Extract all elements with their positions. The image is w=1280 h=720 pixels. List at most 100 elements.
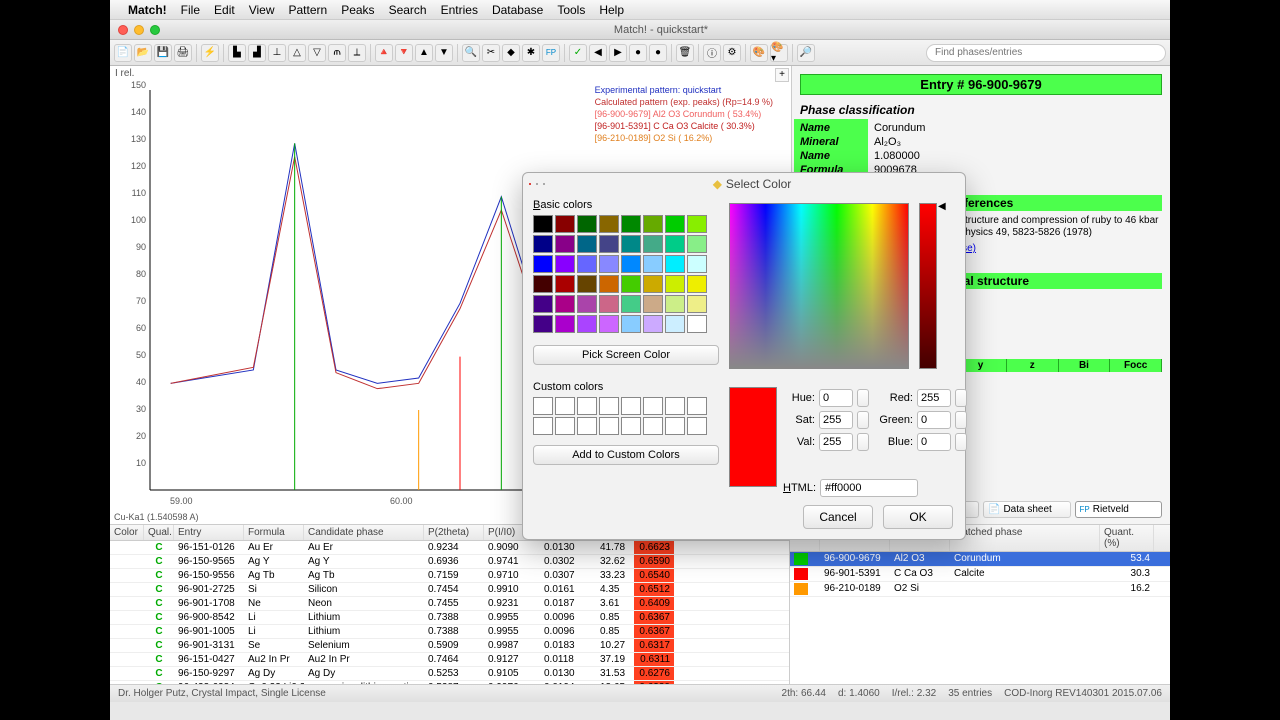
blue-spinner[interactable] — [955, 433, 967, 451]
peak3-icon[interactable]: ⊥ — [268, 44, 286, 62]
color-swatch[interactable] — [643, 255, 663, 273]
rietveld-button[interactable]: FP Rietveld — [1075, 501, 1163, 518]
peak2-icon[interactable]: ▟ — [248, 44, 266, 62]
peak7-icon[interactable]: ⟂ — [348, 44, 366, 62]
find3-icon[interactable]: ▲ — [415, 44, 433, 62]
html-input[interactable] — [820, 479, 918, 497]
gear-icon[interactable]: ⚙ — [723, 44, 741, 62]
table-row[interactable]: C96-901-1708NeNeon0.74550.92310.01873.61… — [110, 597, 789, 611]
find2-icon[interactable]: 🔻 — [395, 44, 413, 62]
blue-input[interactable] — [917, 433, 951, 451]
menu-file[interactable]: File — [181, 3, 200, 17]
menu-peaks[interactable]: Peaks — [341, 3, 374, 17]
color-swatch[interactable] — [577, 215, 597, 233]
hue-slider[interactable] — [919, 203, 937, 369]
green-input[interactable] — [917, 411, 951, 429]
color-swatch[interactable] — [599, 295, 619, 313]
table-row[interactable]: C96-151-0126Au ErAu Er0.92340.90900.0130… — [110, 541, 789, 555]
star-icon[interactable]: ✱ — [522, 44, 540, 62]
color-swatch[interactable] — [621, 255, 641, 273]
color-swatch[interactable] — [577, 235, 597, 253]
menu-edit[interactable]: Edit — [214, 3, 235, 17]
print-icon[interactable]: 🖨 — [174, 44, 192, 62]
close-icon[interactable] — [118, 25, 128, 35]
find4-icon[interactable]: ▼ — [435, 44, 453, 62]
color-swatch[interactable] — [665, 315, 685, 333]
red-input[interactable] — [917, 389, 951, 407]
table-row[interactable]: 96-900-9679Al2 O3Corundum53.4 — [790, 552, 1170, 567]
color-swatch[interactable] — [599, 235, 619, 253]
color-swatch[interactable] — [621, 215, 641, 233]
color1-icon[interactable]: 🎨 — [750, 44, 768, 62]
table-row[interactable]: C96-150-9556Ag TbAg Tb0.71590.97100.0307… — [110, 569, 789, 583]
cancel-button[interactable]: Cancel — [803, 505, 873, 529]
menu-pattern[interactable]: Pattern — [289, 3, 328, 17]
save-icon[interactable]: 💾 — [154, 44, 172, 62]
check-icon[interactable]: ✓ — [569, 44, 587, 62]
table-row[interactable]: 96-901-5391C Ca O3Calcite30.3 — [790, 567, 1170, 582]
color-swatch[interactable] — [577, 295, 597, 313]
sat-input[interactable] — [819, 411, 853, 429]
table-row[interactable]: C96-433-6234Ge0.33 Li0.33 Sb...germanium… — [110, 681, 789, 684]
color-swatch[interactable] — [643, 275, 663, 293]
color-swatch[interactable] — [643, 235, 663, 253]
search-icon[interactable]: 🔍 — [462, 44, 480, 62]
color-swatch[interactable] — [643, 215, 663, 233]
color-swatch[interactable] — [665, 275, 685, 293]
color-swatch[interactable] — [687, 255, 707, 273]
hue-spinner[interactable] — [857, 389, 869, 407]
table-row[interactable]: C96-150-9565Ag YAg Y0.69360.97410.030232… — [110, 555, 789, 569]
hue-input[interactable] — [819, 389, 853, 407]
table-row[interactable]: C96-901-1005LiLithium0.73880.99550.00960… — [110, 625, 789, 639]
peak5-icon[interactable]: ▽ — [308, 44, 326, 62]
color-swatch[interactable] — [687, 315, 707, 333]
peak1-icon[interactable]: ▙ — [228, 44, 246, 62]
color-swatch[interactable] — [555, 215, 575, 233]
color-swatch[interactable] — [555, 315, 575, 333]
pick-screen-color-button[interactable]: Pick Screen Color — [533, 345, 719, 365]
color-swatch[interactable] — [621, 315, 641, 333]
menu-tools[interactable]: Tools — [557, 3, 585, 17]
color-swatch[interactable] — [599, 275, 619, 293]
color2-icon[interactable]: 🎨▾ — [770, 44, 788, 62]
open-icon[interactable]: 📂 — [134, 44, 152, 62]
new-icon[interactable]: 📄 — [114, 44, 132, 62]
color-swatch[interactable] — [533, 255, 553, 273]
maximize-icon[interactable] — [150, 25, 160, 35]
color-swatch[interactable] — [643, 295, 663, 313]
menu-search[interactable]: Search — [389, 3, 427, 17]
tool-icon[interactable]: ⚡ — [201, 44, 219, 62]
menu-database[interactable]: Database — [492, 3, 543, 17]
color-gradient[interactable] — [729, 203, 909, 369]
menu-help[interactable]: Help — [599, 3, 624, 17]
color-swatch[interactable] — [533, 275, 553, 293]
color-swatch[interactable] — [577, 275, 597, 293]
search-input[interactable] — [926, 44, 1166, 62]
right-icon[interactable]: ▶ — [609, 44, 627, 62]
color-swatch[interactable] — [533, 235, 553, 253]
color-swatch[interactable] — [555, 235, 575, 253]
table-row[interactable]: C96-901-3131SeSelenium0.59090.99870.0183… — [110, 639, 789, 653]
color-swatch[interactable] — [621, 275, 641, 293]
add-custom-button[interactable]: Add to Custom Colors — [533, 445, 719, 465]
color-swatch[interactable] — [555, 255, 575, 273]
peak6-icon[interactable]: ⫙ — [328, 44, 346, 62]
color-swatch[interactable] — [665, 235, 685, 253]
circle1-icon[interactable]: ● — [629, 44, 647, 62]
red-spinner[interactable] — [955, 389, 967, 407]
minimize-icon[interactable] — [134, 25, 144, 35]
color-swatch[interactable] — [665, 295, 685, 313]
color-swatch[interactable] — [621, 295, 641, 313]
color-swatch[interactable] — [687, 295, 707, 313]
search2-icon[interactable]: 🔎 — [797, 44, 815, 62]
color-swatch[interactable] — [577, 315, 597, 333]
table-row[interactable]: C96-151-0427Au2 In PrAu2 In Pr0.74640.91… — [110, 653, 789, 667]
table-row[interactable]: C96-150-9297Ag DyAg Dy0.52530.91050.0130… — [110, 667, 789, 681]
table-row[interactable]: C96-900-8542LiLithium0.73880.99550.00960… — [110, 611, 789, 625]
table-row[interactable]: 96-210-0189O2 Si16.2 — [790, 582, 1170, 597]
val-spinner[interactable] — [857, 433, 869, 451]
color-swatch[interactable] — [577, 255, 597, 273]
left-icon[interactable]: ◀ — [589, 44, 607, 62]
color-swatch[interactable] — [533, 215, 553, 233]
ok-button[interactable]: OK — [883, 505, 953, 529]
